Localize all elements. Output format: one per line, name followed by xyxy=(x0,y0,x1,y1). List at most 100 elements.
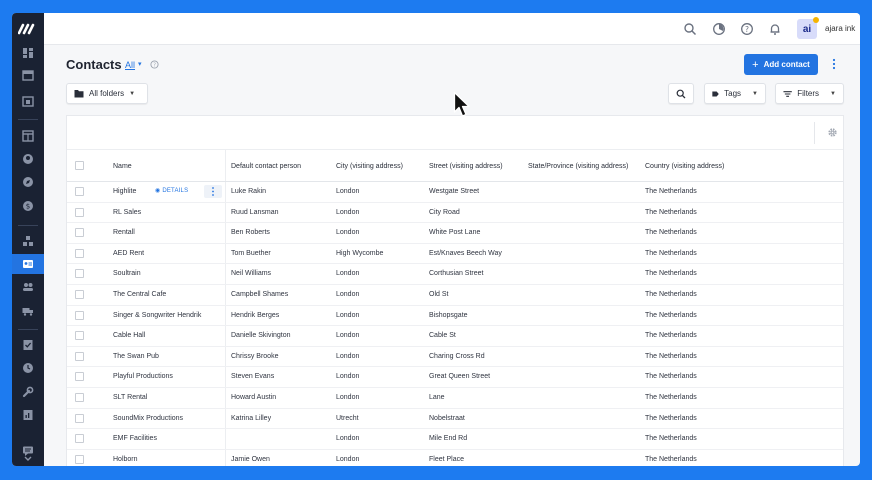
cell-name[interactable]: Cable Hall xyxy=(113,332,145,339)
sidebar-item-crew[interactable] xyxy=(12,149,44,169)
column-header-country[interactable]: Country (visiting address) xyxy=(645,163,724,170)
row-checkbox[interactable] xyxy=(75,187,84,196)
contact-filter-link[interactable]: All xyxy=(125,60,135,70)
cell-country: The Netherlands xyxy=(645,455,697,463)
all-folders-dropdown[interactable]: All folders ▼ xyxy=(66,83,148,104)
tags-dropdown[interactable]: Tags ▼ xyxy=(704,83,766,104)
table-row[interactable]: SLT Rental Howard Austin London Lane The Net… xyxy=(67,388,843,409)
sidebar-item-tasks[interactable] xyxy=(12,335,44,355)
cell-name[interactable]: Rentall xyxy=(113,229,135,236)
search-icon xyxy=(676,89,686,98)
column-header-state[interactable]: State/Province (visiting address) xyxy=(528,163,628,170)
row-checkbox[interactable] xyxy=(75,331,84,341)
row-checkbox[interactable] xyxy=(75,207,84,217)
sidebar-item-time[interactable] xyxy=(12,358,44,378)
details-button[interactable]: ◉ DETAILS xyxy=(155,187,188,194)
cell-name[interactable]: RL Sales xyxy=(113,209,141,216)
sidebar-item-calendar[interactable] xyxy=(12,65,44,85)
clock-icon xyxy=(23,363,33,373)
column-header-city[interactable]: City (visiting address) xyxy=(336,163,403,170)
tags-label: Tags xyxy=(724,89,742,98)
sidebar-item-planning[interactable] xyxy=(12,91,44,111)
sidebar-item-finance[interactable]: $ xyxy=(12,196,44,216)
sidebar-item-dashboard[interactable] xyxy=(12,43,44,63)
cell-name[interactable]: The Swan Pub xyxy=(113,353,159,360)
table-search-button[interactable] xyxy=(668,83,694,104)
cell-city: London xyxy=(336,188,360,195)
more-options-icon[interactable] xyxy=(831,58,837,70)
cell-name[interactable]: Singer & Songwriter Hendrik xyxy=(113,312,201,319)
dashboard-icon xyxy=(23,48,33,58)
cell-name[interactable]: EMF Facilities xyxy=(113,435,157,442)
sidebar-item-explore[interactable] xyxy=(12,172,44,192)
row-checkbox[interactable] xyxy=(75,248,84,258)
row-checkbox[interactable] xyxy=(75,454,84,464)
table-row[interactable]: Rentall Ben Roberts London White Post Lane T… xyxy=(67,223,843,244)
row-checkbox[interactable] xyxy=(75,372,84,382)
chevron-down-icon xyxy=(24,456,32,461)
row-checkbox[interactable] xyxy=(75,393,84,402)
table-row[interactable]: The Swan Pub Chrissy Brooke London Charing … xyxy=(67,346,843,368)
column-header-contact-person[interactable]: Default contact person xyxy=(231,163,301,170)
cell-contact-person: Katrina Lilley xyxy=(231,414,272,422)
column-header-name[interactable]: Name xyxy=(113,163,132,170)
tag-icon xyxy=(712,91,719,96)
row-more-options-button[interactable] xyxy=(204,185,222,198)
add-contact-label: Add contact xyxy=(763,60,810,69)
sidebar-item-transport[interactable] xyxy=(12,301,44,321)
table-row[interactable]: Highlite Luke Rakin London Westgate Street T… xyxy=(67,182,843,203)
table-row[interactable]: RL Sales Ruud Lansman London City Road The N… xyxy=(67,202,843,224)
cell-name[interactable]: Playful Productions xyxy=(113,373,173,380)
details-label: DETAILS xyxy=(162,188,189,194)
bell-icon[interactable] xyxy=(768,22,782,36)
sidebar-item-team[interactable] xyxy=(12,277,44,297)
sidebar-item-contacts[interactable] xyxy=(12,254,44,274)
row-checkbox[interactable] xyxy=(75,228,84,238)
table-row[interactable]: AED Rent Tom Buether High Wycombe Est/Knave… xyxy=(67,243,843,265)
timer-icon[interactable] xyxy=(712,22,726,36)
table-row[interactable]: Playful Productions Steven Evans London Gre… xyxy=(67,367,843,388)
filters-dropdown[interactable]: Filters ▼ xyxy=(775,83,844,104)
row-checkbox[interactable] xyxy=(75,269,84,279)
sidebar-item-equipment[interactable] xyxy=(12,231,44,251)
cell-name[interactable]: SoundMix Productions xyxy=(113,415,183,422)
help-icon[interactable]: ? xyxy=(150,60,159,69)
app-logo[interactable] xyxy=(18,22,38,36)
cell-name[interactable]: The Central Cafe xyxy=(113,291,166,298)
gear-icon[interactable] xyxy=(827,127,838,138)
row-checkbox[interactable] xyxy=(75,413,84,423)
table-row[interactable]: Cable Hall Danielle Skivington London Cable… xyxy=(67,326,843,347)
table-row[interactable]: Singer & Songwriter Hendrik Hendrik Berge… xyxy=(67,305,843,327)
cell-country: The Netherlands xyxy=(645,373,697,381)
cell-name[interactable]: AED Rent xyxy=(113,250,144,257)
row-checkbox[interactable] xyxy=(75,290,84,299)
table-row[interactable]: The Central Cafe Campbell Shames London Old… xyxy=(67,285,843,306)
cell-name[interactable]: SLT Rental xyxy=(113,394,147,401)
column-header-street[interactable]: Street (visiting address) xyxy=(429,163,503,170)
checklist-icon xyxy=(23,340,33,350)
cell-country: The Netherlands xyxy=(645,249,697,257)
table-row[interactable]: Soultrain Neil Williams London Corthusian S… xyxy=(67,264,843,285)
cell-street: White Post Lane xyxy=(429,229,481,237)
org-name[interactable]: ajara ink xyxy=(825,24,855,33)
row-checkbox[interactable] xyxy=(75,351,84,361)
sidebar-item-maintenance[interactable] xyxy=(12,382,44,402)
table-row[interactable]: EMF Facilities London Mile End Rd The Nethe… xyxy=(67,429,843,450)
add-contact-button[interactable]: + Add contact xyxy=(744,54,818,75)
caret-down-icon[interactable]: ▾ xyxy=(138,60,142,68)
cell-city: London xyxy=(336,270,360,278)
sidebar-expand-button[interactable] xyxy=(12,453,44,465)
sidebar-item-projects[interactable] xyxy=(12,126,44,146)
dollar-icon: $ xyxy=(23,201,33,211)
sidebar-item-reports[interactable] xyxy=(12,405,44,425)
help-icon[interactable]: ? xyxy=(740,22,754,36)
table-row[interactable]: SoundMix Productions Katrina Lilley Utrech… xyxy=(67,408,843,430)
cell-name[interactable]: Highlite xyxy=(113,188,136,195)
select-all-checkbox[interactable] xyxy=(75,161,84,170)
row-checkbox[interactable] xyxy=(75,434,84,444)
cell-name[interactable]: Soultrain xyxy=(113,270,141,277)
table-row[interactable]: Holborn Jamie Owen London Fleet Place The Ne… xyxy=(67,449,843,466)
cell-name[interactable]: Holborn xyxy=(113,456,138,463)
search-icon[interactable] xyxy=(683,22,697,36)
row-checkbox[interactable] xyxy=(75,310,84,320)
